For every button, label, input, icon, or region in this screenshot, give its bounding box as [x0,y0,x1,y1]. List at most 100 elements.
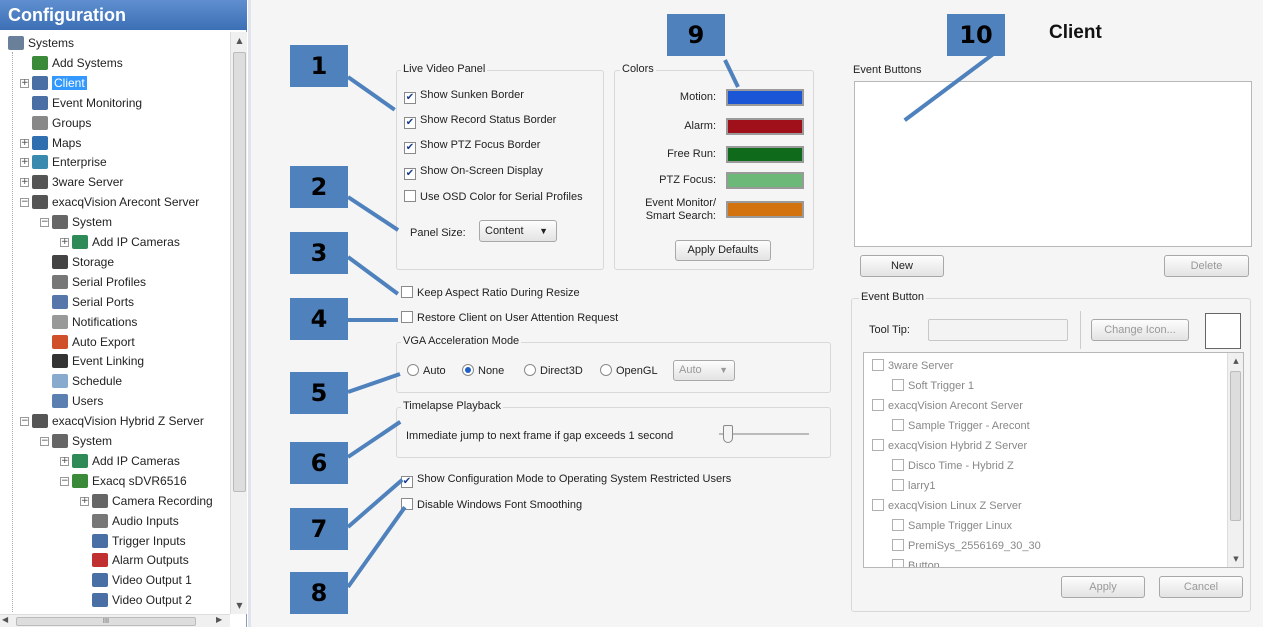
color-swatch[interactable] [726,172,804,189]
collapse-icon[interactable]: − [40,437,49,446]
color-swatch[interactable] [726,201,804,218]
expand-icon[interactable]: + [20,78,29,88]
color-swatch[interactable] [726,118,804,135]
tree-horizontal-scrollbar[interactable]: ◀ III ▶ [0,614,230,627]
vga-mode-select[interactable]: Auto ▼ [673,360,735,381]
event-button-icon-preview[interactable] [1205,313,1241,349]
tree-item[interactable]: Storage [52,253,114,272]
collapse-icon[interactable]: − [20,198,29,208]
tree-item[interactable]: Camera Recording [92,492,213,511]
tree-item[interactable]: exacqVision Arecont Server [32,193,199,212]
vga-radio-direct3d[interactable]: Direct3D [524,364,583,377]
apply-defaults-button[interactable]: Apply Defaults [675,240,771,261]
delete-event-button[interactable]: Delete [1164,255,1249,277]
scroll-down-arrow-icon[interactable]: ▼ [231,597,248,614]
tree-item[interactable]: Exacq sDVR6516 [72,472,187,491]
change-icon-button[interactable]: Change Icon... [1091,319,1189,341]
tree-item[interactable]: 3ware Server [32,173,123,192]
restore-client-checkbox[interactable]: Restore Client on User Attention Request [401,311,618,324]
vga-radio-auto[interactable]: Auto [407,364,446,377]
audio-inputs-icon [92,513,108,528]
tree-item[interactable]: exacqVision Hybrid Z Server [32,412,204,431]
tree-vertical-scrollbar[interactable]: ▲ ▼ [230,32,247,614]
tree-item[interactable]: Serial Profiles [52,273,146,292]
tree-item[interactable]: Systems [8,34,74,53]
trigger-tree-item[interactable]: Sample Trigger Linux [892,519,1012,532]
tree-item[interactable]: Alarm Outputs [92,551,189,570]
scroll-right-arrow-icon[interactable]: ▶ [216,615,222,624]
trigger-tree-item[interactable]: PremiSys_2556169_30_30 [892,539,1041,552]
trigger-tree-item[interactable]: Soft Trigger 1 [892,379,974,392]
collapse-icon[interactable]: − [40,218,49,228]
live-video-option-checkbox[interactable]: Use OSD Color for Serial Profiles [404,189,583,203]
tree-item[interactable]: Trigger Inputs [92,532,186,551]
trigger-tree-item[interactable]: Disco Time - Hybrid Z [892,459,1014,472]
chevron-down-icon: ▼ [719,365,728,375]
tree-item[interactable]: Add Systems [32,54,123,73]
tool-tip-input[interactable] [928,319,1068,341]
trigger-tree-scrollbar[interactable]: ▲ ▼ [1227,353,1243,567]
tree-item[interactable]: Serial Ports [52,293,134,312]
timelapse-slider-thumb[interactable] [723,425,733,443]
checkbox-box [872,399,884,411]
keep-aspect-ratio-checkbox[interactable]: Keep Aspect Ratio During Resize [401,286,580,299]
color-swatch[interactable] [726,146,804,163]
expand-icon[interactable]: + [20,158,29,168]
trigger-tree-item[interactable]: 3ware Server [872,359,953,372]
tree-item[interactable]: Enterprise [32,153,107,172]
tree-item[interactable]: Event Linking [52,352,144,371]
expand-icon[interactable]: + [20,178,29,188]
live-video-option-checkbox[interactable]: ✔ Show PTZ Focus Border [404,139,540,155]
tree-item[interactable]: System [52,432,112,451]
event-button-trigger-tree[interactable]: 3ware Server Soft Trigger 1 exacqVision Ar… [863,352,1244,568]
vga-radio-none[interactable]: None [462,364,504,377]
new-event-button[interactable]: New [860,255,944,277]
tree-item[interactable]: Video Output 2 [92,591,192,610]
collapse-icon[interactable]: − [20,417,29,427]
expand-icon[interactable]: + [60,238,69,247]
tree-item[interactable]: Add IP Cameras [72,452,180,471]
tree-item[interactable]: System [52,213,112,232]
tree-item[interactable]: Groups [32,114,91,133]
vga-radio-opengl[interactable]: OpenGL [600,364,658,377]
expand-icon[interactable]: + [80,496,89,506]
tree-item[interactable]: Maps [32,134,81,153]
disable-font-smoothing-checkbox[interactable]: Disable Windows Font Smoothing [401,498,582,511]
tree-item[interactable]: Event Monitoring [32,94,142,113]
live-video-option-checkbox[interactable]: ✔ Show On-Screen Display [404,165,543,180]
scroll-thumb[interactable] [1230,371,1241,521]
tree-item[interactable]: Audio Inputs [92,512,179,531]
hscroll-thumb[interactable]: III [16,617,196,626]
cancel-button[interactable]: Cancel [1159,576,1243,598]
color-swatch[interactable] [726,89,804,106]
tree-item[interactable]: Add IP Cameras [72,233,180,252]
scroll-left-arrow-icon[interactable]: ◀ [2,615,8,624]
scroll-up-arrow-icon[interactable]: ▲ [1228,353,1243,369]
trigger-tree-item[interactable]: larry1 [892,479,936,492]
scroll-thumb[interactable] [233,52,246,492]
event-buttons-list[interactable] [854,81,1252,247]
tree-item[interactable]: Client [32,74,87,93]
apply-button[interactable]: Apply [1061,576,1145,598]
trigger-tree-item[interactable]: exacqVision Hybrid Z Server [872,439,1027,452]
trigger-tree-item[interactable]: Sample Trigger - Arecont [892,419,1030,432]
scroll-down-arrow-icon[interactable]: ▼ [1228,551,1243,567]
tree-item-label: Maps [52,135,82,150]
trigger-tree-item[interactable]: exacqVision Linux Z Server [872,499,1022,512]
collapse-icon[interactable]: − [60,476,69,486]
tree-item[interactable]: Notifications [52,313,137,332]
tree-item[interactable]: Video Output 1 [92,571,192,590]
live-video-option-checkbox[interactable]: ✔ Show Record Status Border [404,114,556,130]
expand-icon[interactable]: + [20,138,29,148]
live-video-option-checkbox[interactable]: ✔ Show Sunken Border [404,89,524,104]
panel-size-select[interactable]: Content ▼ [479,220,557,242]
show-config-mode-checkbox[interactable]: ✔ Show Configuration Mode to Operating Sy… [401,473,731,488]
trigger-tree-item-label: exacqVision Linux Z Server [888,500,1022,512]
scroll-up-arrow-icon[interactable]: ▲ [231,32,248,49]
expand-icon[interactable]: + [60,456,69,466]
tree-item[interactable]: Users [52,392,103,411]
trigger-tree-item[interactable]: Button [892,559,940,567]
trigger-tree-item[interactable]: exacqVision Arecont Server [872,399,1023,412]
tree-item[interactable]: Auto Export [52,333,135,352]
tree-item[interactable]: Schedule [52,372,122,391]
